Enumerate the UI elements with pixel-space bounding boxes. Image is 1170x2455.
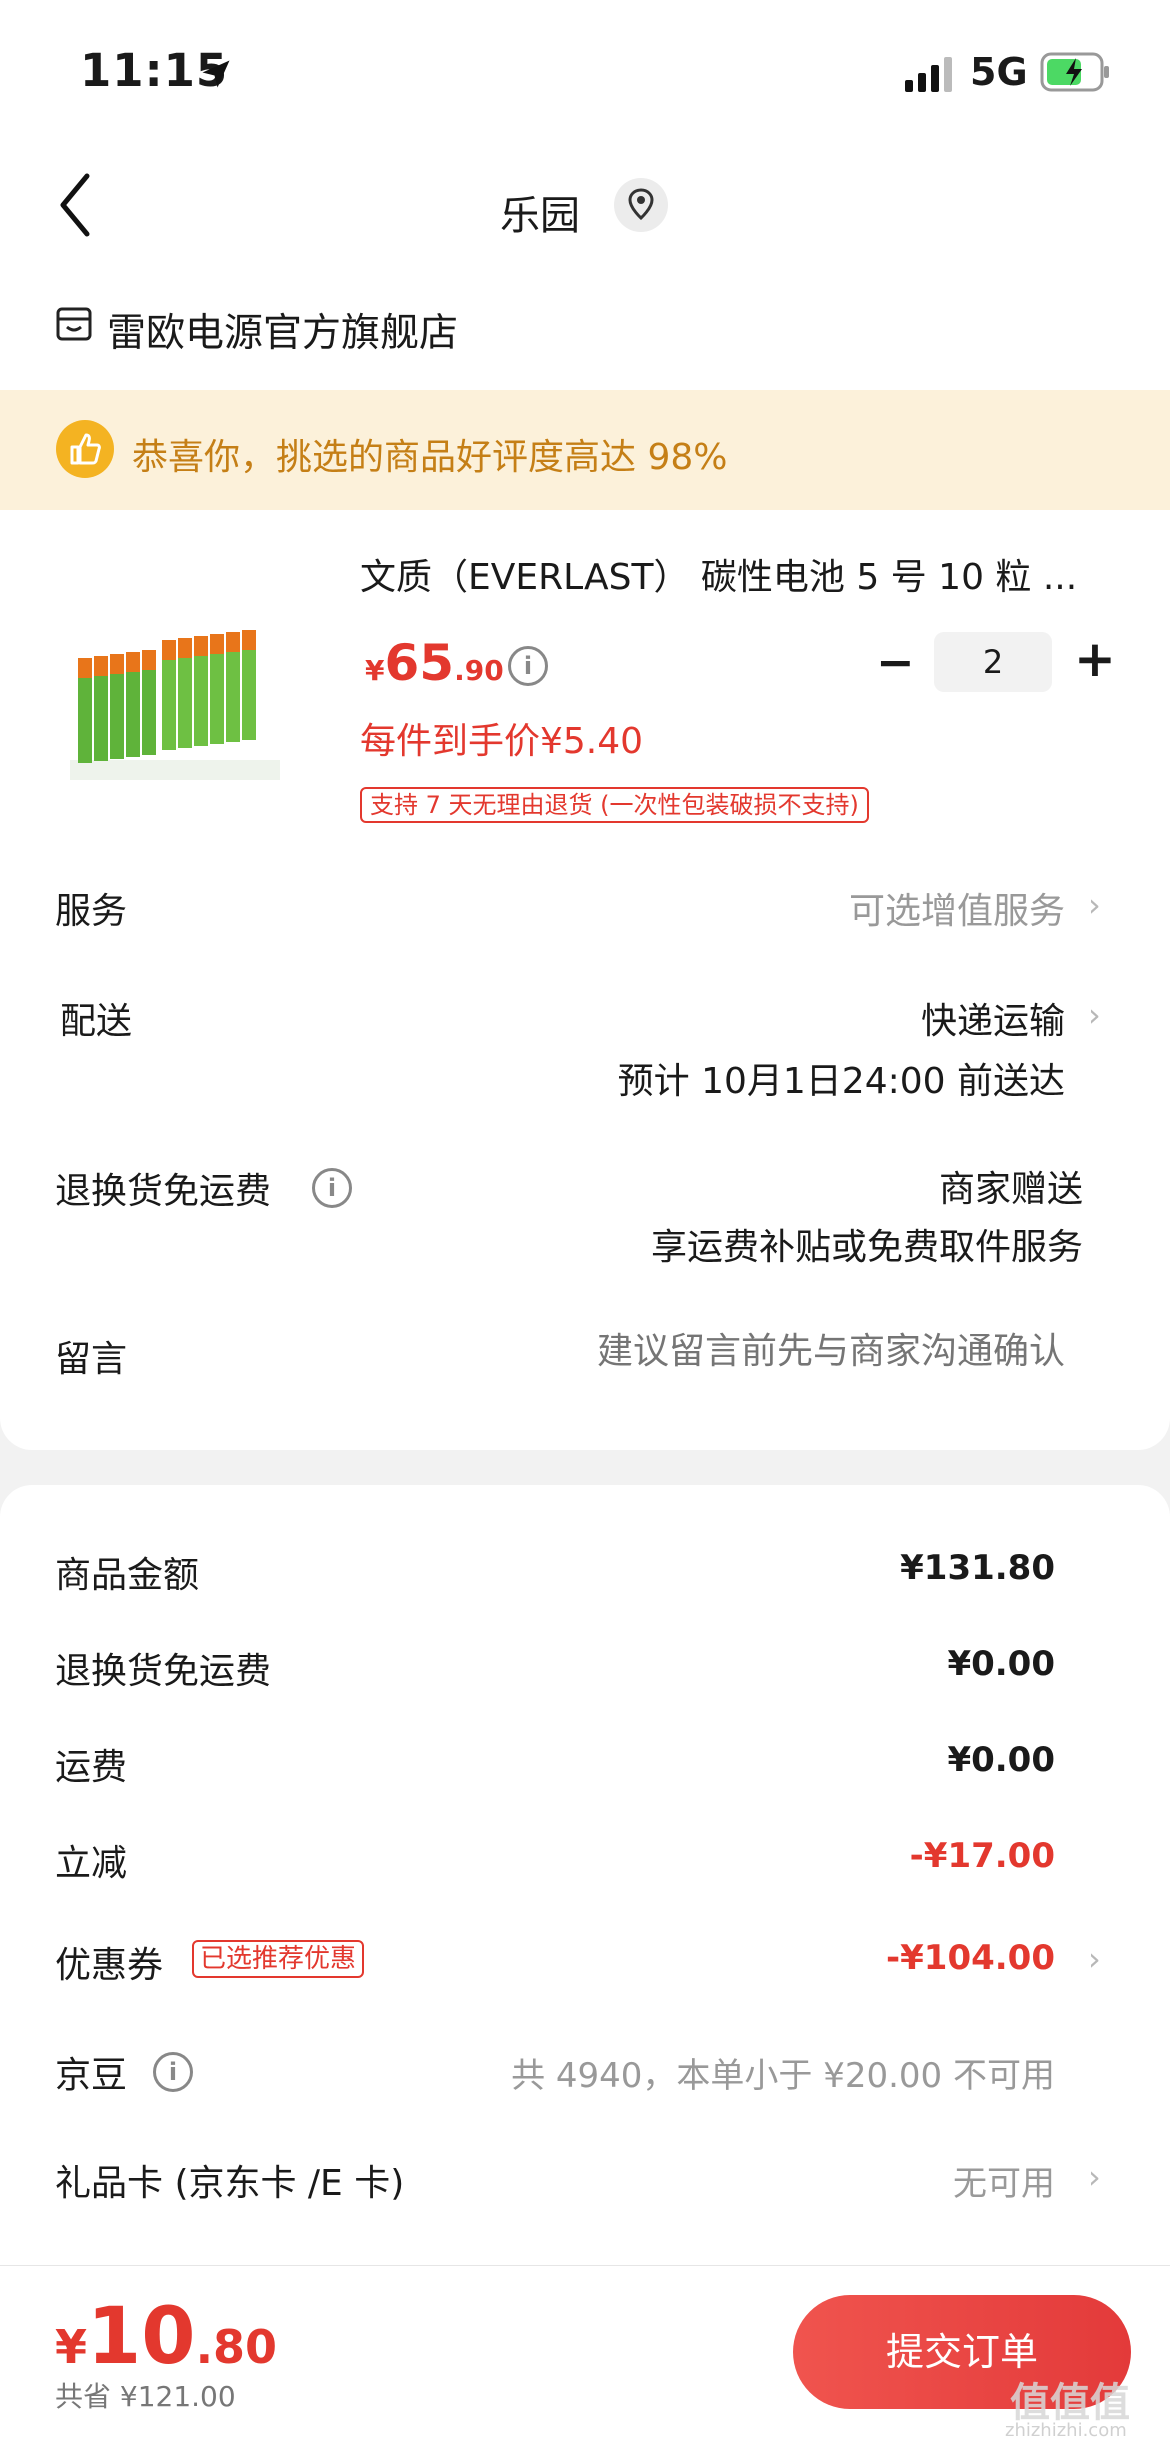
service-value[interactable]: 可选增值服务 xyxy=(849,882,1065,934)
service-label: 服务 xyxy=(55,891,128,932)
total-integer: 10 xyxy=(87,2292,196,2382)
discount-value: -¥17.00 xyxy=(909,1836,1055,1876)
network-label: 5G xyxy=(970,50,1028,94)
price-currency: ¥ xyxy=(365,654,385,687)
return-fee-label: 退换货免运费 xyxy=(55,1651,272,1692)
delivery-chevron-icon[interactable]: › xyxy=(1088,996,1101,1034)
store-name[interactable]: 雷欧电源官方旗舰店 xyxy=(107,302,458,358)
return-policy-badge: 支持 7 天无理由退货 (一次性包装破损不支持) xyxy=(360,787,869,823)
unit-price: 每件到手价¥5.40 xyxy=(360,721,644,762)
page-title: 乐园 xyxy=(500,193,580,239)
store-icon xyxy=(56,307,92,341)
product-price: ¥65.90 xyxy=(365,634,504,692)
product-title[interactable]: 文质（EVERLAST） 碳性电池 5 号 10 粒 ... xyxy=(360,548,1100,600)
back-arrow-icon[interactable] xyxy=(55,170,95,240)
quantity-decrease-button[interactable]: − xyxy=(876,635,915,689)
nav-header xyxy=(0,140,1170,290)
return-shipping-detail: 享运费补贴或免费取件服务 xyxy=(650,1227,1083,1268)
discount-label: 立减 xyxy=(55,1843,128,1884)
total-saved: 共省 ¥121.00 xyxy=(55,2380,236,2413)
coupon-label: 优惠券 xyxy=(55,1945,164,1986)
price-decimal: .90 xyxy=(454,654,504,687)
battery-icon xyxy=(1040,52,1109,92)
goods-amount-label: 商品金额 xyxy=(55,1555,200,1596)
thumbs-up-icon xyxy=(56,420,114,478)
return-shipping-label: 退换货免运费 xyxy=(55,1171,272,1212)
return-shipping-value: 商家赠送 xyxy=(938,1169,1083,1210)
delivery-method[interactable]: 快递运输 xyxy=(921,992,1065,1044)
gift-card-value[interactable]: 无可用 xyxy=(953,2156,1055,2205)
location-arrow-icon xyxy=(202,60,230,88)
rating-banner-text: 恭喜你，挑选的商品好评度高达 98% xyxy=(132,437,728,478)
return-fee-value: ¥0.00 xyxy=(947,1644,1055,1684)
quantity-increase-button[interactable]: + xyxy=(1074,630,1116,688)
shipping-value: ¥0.00 xyxy=(947,1740,1055,1780)
total-decimal: .80 xyxy=(195,2320,278,2374)
product-image[interactable] xyxy=(70,590,280,790)
coupon-chevron-icon[interactable]: › xyxy=(1088,1940,1101,1978)
message-input[interactable] xyxy=(400,1318,1065,1384)
quantity-stepper[interactable]: 2 xyxy=(934,632,1052,692)
jingdou-label: 京豆 xyxy=(55,2055,128,2096)
total-price: ¥10.80 xyxy=(55,2292,277,2382)
goods-amount-value: ¥131.80 xyxy=(900,1548,1055,1588)
jingdou-value: 共 4940，本单小于 ¥20.00 不可用 xyxy=(511,2056,1055,2096)
shipping-label: 运费 xyxy=(55,1747,128,1788)
watermark-url: zhizhizhi.com xyxy=(1005,2420,1127,2441)
location-pin-icon[interactable] xyxy=(614,178,668,232)
price-integer: 65 xyxy=(384,634,455,692)
gift-card-label: 礼品卡 (京东卡 /E 卡) xyxy=(55,2163,405,2204)
price-info-icon[interactable]: i xyxy=(508,646,548,686)
return-shipping-info-icon[interactable]: i xyxy=(312,1168,352,1208)
signal-icon xyxy=(905,57,952,92)
total-currency: ¥ xyxy=(55,2320,88,2374)
coupon-value[interactable]: -¥104.00 xyxy=(886,1938,1055,1978)
coupon-selected-badge: 已选推荐优惠 xyxy=(192,1940,365,1978)
delivery-eta: 预计 10月1日24:00 前送达 xyxy=(617,1061,1065,1102)
service-chevron-icon[interactable]: › xyxy=(1088,886,1101,924)
gift-card-chevron-icon[interactable]: › xyxy=(1088,2158,1101,2196)
jingdou-info-icon[interactable]: i xyxy=(153,2052,193,2092)
message-label: 留言 xyxy=(55,1339,128,1380)
delivery-label: 配送 xyxy=(60,1001,133,1042)
